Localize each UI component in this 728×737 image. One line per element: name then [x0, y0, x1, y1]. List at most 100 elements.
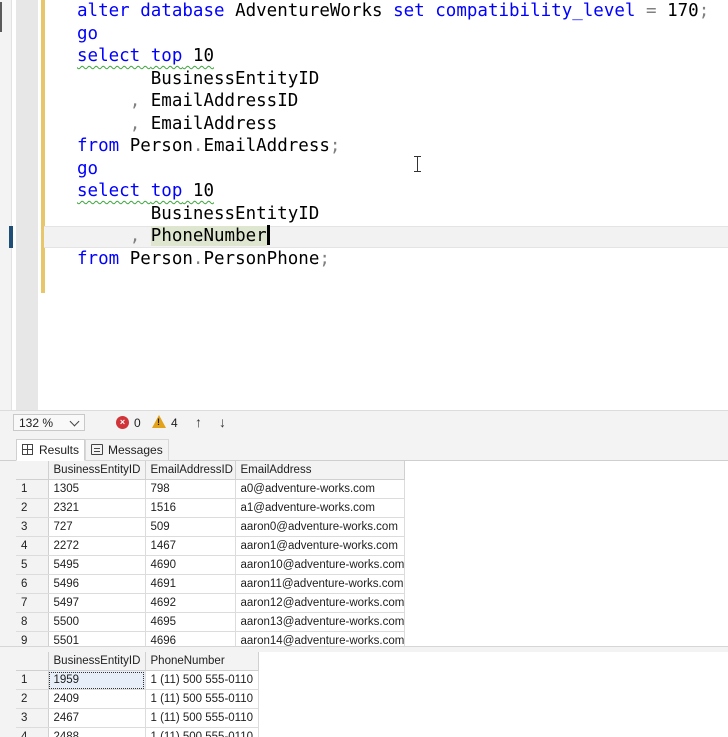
row-number[interactable]: 1 — [16, 479, 49, 499]
code-text[interactable]: alter database AdventureWorks set compat… — [77, 0, 709, 270]
results-grid-2[interactable]: BusinessEntityID PhoneNumber 1 1959 1 (11)… — [16, 652, 728, 737]
column-header[interactable]: EmailAddress — [235, 461, 406, 480]
table-row[interactable]: 5 5495 4690 aaron10@adventure-works.com — [16, 555, 406, 575]
table-cell[interactable]: 1 (11) 500 555-0110 — [145, 708, 259, 728]
table-cell[interactable]: 798 — [145, 479, 236, 499]
table-cell[interactable]: 2409 — [48, 689, 146, 709]
tab-results[interactable]: Results — [16, 439, 86, 461]
code-line[interactable]: from Person.EmailAddress; — [77, 135, 709, 158]
code-line[interactable]: from Person.PersonPhone; — [77, 248, 709, 271]
table-cell[interactable]: aaron13@adventure-works.com — [235, 612, 406, 632]
query-editor[interactable]: alter database AdventureWorks set compat… — [0, 0, 728, 410]
table-cell[interactable]: 4691 — [145, 574, 236, 594]
zoom-dropdown[interactable]: 132 % — [13, 414, 85, 431]
table-cell[interactable]: aaron0@adventure-works.com — [235, 517, 406, 537]
table-cell[interactable]: 1959 — [48, 670, 146, 690]
row-number[interactable]: 8 — [16, 612, 49, 632]
code-line[interactable]: select top 10 — [77, 180, 709, 203]
table-cell[interactable]: 509 — [145, 517, 236, 537]
column-header[interactable]: BusinessEntityID — [48, 652, 146, 671]
arrow-down-icon[interactable]: ↓ — [219, 414, 226, 430]
row-number[interactable]: 7 — [16, 593, 49, 613]
text-caret — [266, 225, 270, 245]
table-cell[interactable]: 4695 — [145, 612, 236, 632]
row-number[interactable]: 2 — [16, 498, 49, 518]
table-row[interactable]: 8 5500 4695 aaron13@adventure-works.com — [16, 612, 406, 632]
row-number[interactable]: 4 — [16, 727, 49, 737]
code-token: 10 — [182, 46, 214, 66]
column-header[interactable]: PhoneNumber — [145, 652, 259, 671]
code-token: = — [646, 1, 657, 21]
table-cell[interactable]: 2488 — [48, 727, 146, 737]
table-cell[interactable]: 1305 — [48, 479, 146, 499]
table-row[interactable]: 4 2488 1 (11) 500 555-0110 — [16, 727, 259, 737]
row-number[interactable]: 6 — [16, 574, 49, 594]
row-number[interactable]: 3 — [16, 517, 49, 537]
table-cell[interactable]: 1 (11) 500 555-0110 — [145, 670, 259, 690]
table-cell[interactable]: aaron1@adventure-works.com — [235, 536, 406, 556]
column-header[interactable]: BusinessEntityID — [48, 461, 146, 480]
code-line[interactable]: BusinessEntityID — [77, 68, 709, 91]
row-number[interactable]: 9 — [16, 631, 49, 646]
table-row[interactable]: 3 727 509 aaron0@adventure-works.com — [16, 517, 406, 537]
table-row[interactable]: 9 5501 4696 aaron14@adventure-works.com — [16, 631, 406, 646]
table-cell[interactable]: 2321 — [48, 498, 146, 518]
table-cell[interactable]: 727 — [48, 517, 146, 537]
results-grid-1[interactable]: BusinessEntityID EmailAddressID EmailAdd… — [16, 461, 728, 646]
table-cell[interactable]: 1467 — [145, 536, 236, 556]
code-line[interactable]: select top 10 — [77, 45, 709, 68]
table-cell[interactable]: aaron11@adventure-works.com — [235, 574, 406, 594]
row-number[interactable]: 1 — [16, 670, 49, 690]
table-row[interactable]: 1 1305 798 a0@adventure-works.com — [16, 479, 406, 499]
arrow-up-icon[interactable]: ↑ — [195, 414, 202, 430]
code-line[interactable]: go — [77, 23, 709, 46]
table-cell[interactable]: 2467 — [48, 708, 146, 728]
warning-icon[interactable] — [152, 415, 166, 428]
grid-corner-cell[interactable] — [16, 461, 49, 480]
table-row[interactable]: 7 5497 4692 aaron12@adventure-works.com — [16, 593, 406, 613]
table-cell[interactable]: a0@adventure-works.com — [235, 479, 406, 499]
table-cell[interactable]: 5500 — [48, 612, 146, 632]
table-cell[interactable]: 4696 — [145, 631, 236, 646]
grid-header-row: BusinessEntityID PhoneNumber — [16, 652, 259, 671]
table-cell[interactable]: a1@adventure-works.com — [235, 498, 406, 518]
row-number[interactable]: 2 — [16, 689, 49, 709]
table-cell[interactable]: 2272 — [48, 536, 146, 556]
row-number[interactable]: 4 — [16, 536, 49, 556]
table-cell[interactable]: 5501 — [48, 631, 146, 646]
error-icon[interactable]: × — [116, 416, 129, 429]
tab-messages[interactable]: Messages — [85, 439, 169, 461]
warning-count[interactable]: 4 — [171, 416, 178, 430]
table-row[interactable]: 4 2272 1467 aaron1@adventure-works.com — [16, 536, 406, 556]
text-cursor-icon — [413, 155, 422, 173]
row-number[interactable]: 5 — [16, 555, 49, 575]
table-cell[interactable]: 5495 — [48, 555, 146, 575]
column-header[interactable]: EmailAddressID — [145, 461, 236, 480]
code-line[interactable]: , EmailAddress — [77, 113, 709, 136]
table-cell[interactable]: 4690 — [145, 555, 236, 575]
code-line[interactable]: , PhoneNumber — [77, 225, 709, 248]
code-line[interactable]: go — [77, 158, 709, 181]
table-cell[interactable]: 5496 — [48, 574, 146, 594]
table-row[interactable]: 3 2467 1 (11) 500 555-0110 — [16, 708, 259, 728]
table-cell[interactable]: 1516 — [145, 498, 236, 518]
code-line[interactable]: BusinessEntityID — [77, 203, 709, 226]
table-cell[interactable]: aaron12@adventure-works.com — [235, 593, 406, 613]
table-row[interactable]: 2 2321 1516 a1@adventure-works.com — [16, 498, 406, 518]
editor-gutter[interactable] — [16, 0, 38, 410]
table-cell[interactable]: aaron14@adventure-works.com — [235, 631, 406, 646]
table-cell[interactable]: 5497 — [48, 593, 146, 613]
table-row[interactable]: 6 5496 4691 aaron11@adventure-works.com — [16, 574, 406, 594]
row-number[interactable]: 3 — [16, 708, 49, 728]
table-row[interactable]: 2 2409 1 (11) 500 555-0110 — [16, 689, 259, 709]
table-cell[interactable]: 1 (11) 500 555-0110 — [145, 727, 259, 737]
table-cell[interactable]: aaron10@adventure-works.com — [235, 555, 406, 575]
table-row[interactable]: 1 1959 1 (11) 500 555-0110 — [16, 670, 259, 690]
code-token: Person — [119, 248, 193, 269]
code-line[interactable]: , EmailAddressID — [77, 90, 709, 113]
table-cell[interactable]: 4692 — [145, 593, 236, 613]
code-line[interactable]: alter database AdventureWorks set compat… — [77, 0, 709, 23]
grid-corner-cell[interactable] — [16, 652, 49, 671]
table-cell[interactable]: 1 (11) 500 555-0110 — [145, 689, 259, 709]
error-count[interactable]: 0 — [134, 416, 141, 430]
